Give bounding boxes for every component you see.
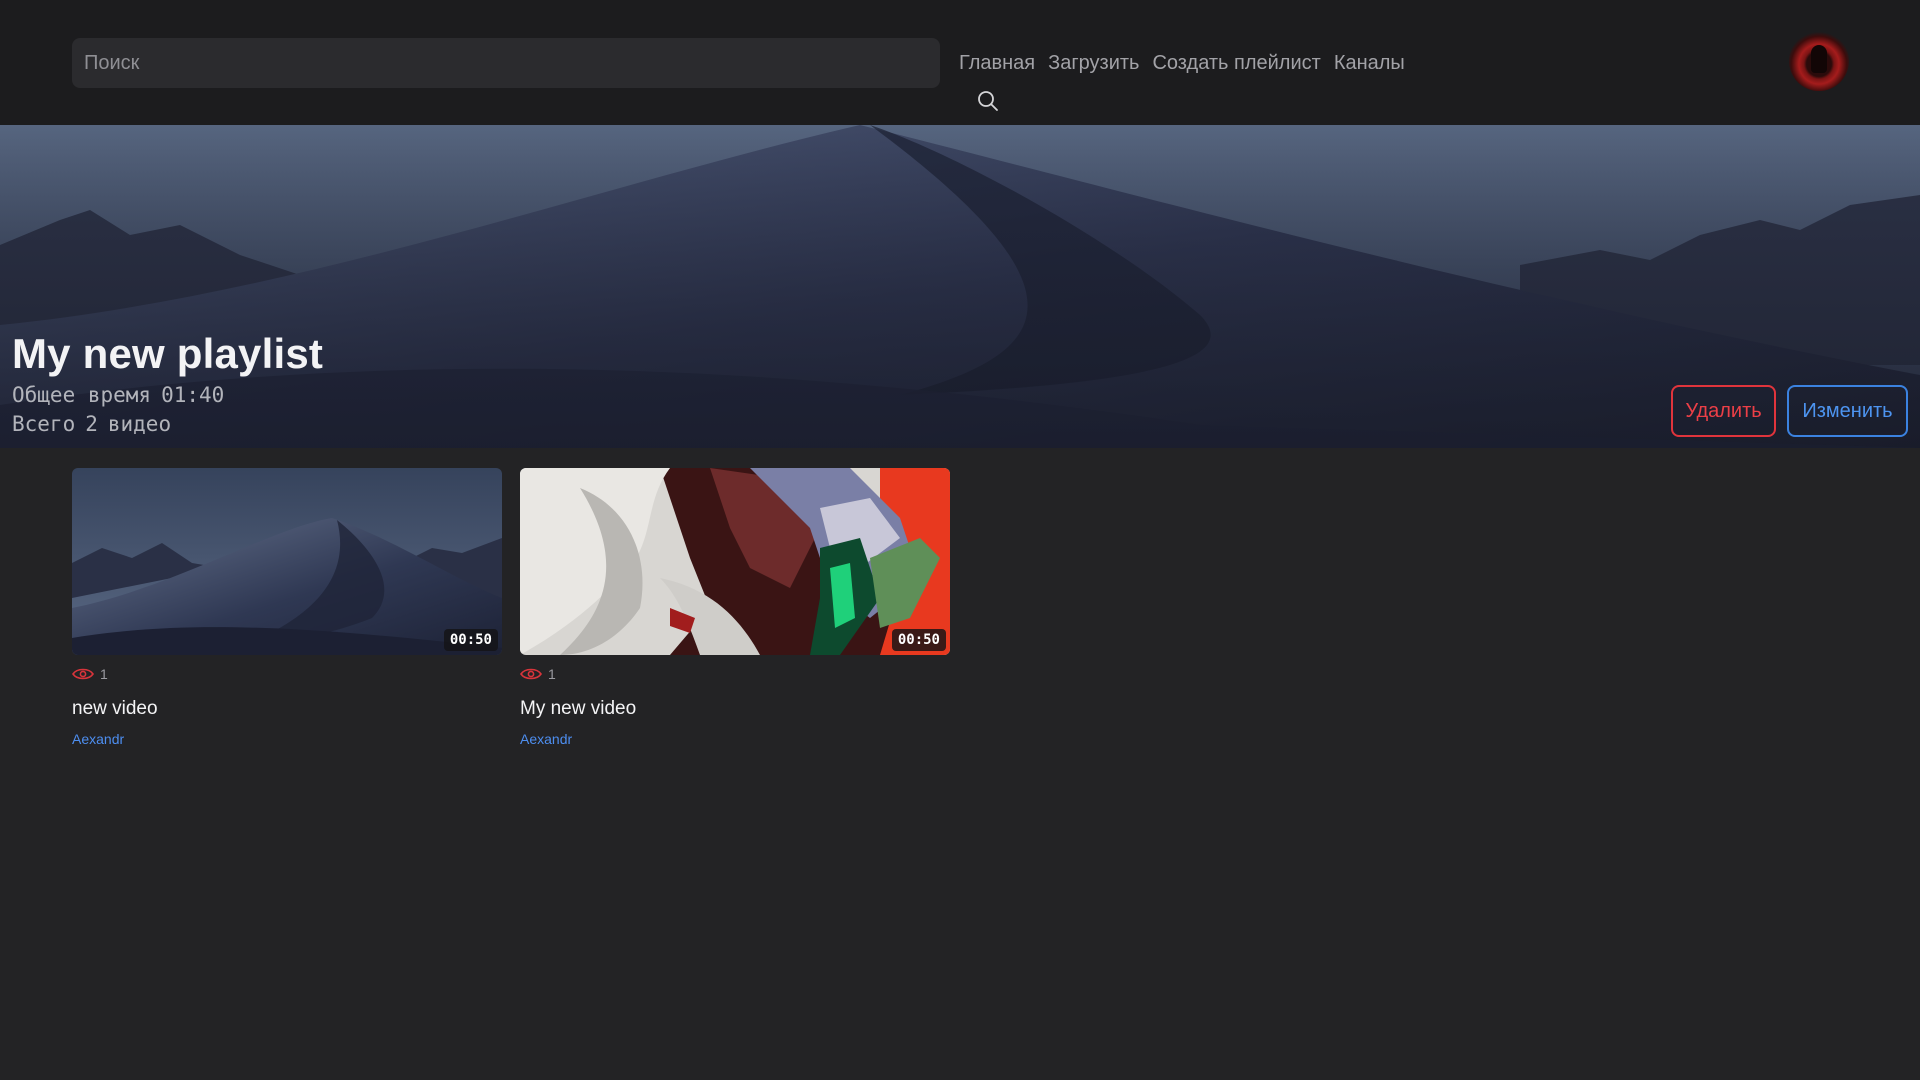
video-title[interactable]: My new video (520, 698, 636, 720)
nav-upload[interactable]: Загрузить (1048, 49, 1139, 77)
count-value: 2 (85, 412, 98, 436)
eye-icon (72, 668, 94, 680)
view-count-value: 1 (548, 666, 556, 682)
delete-playlist-button[interactable]: Удалить (1671, 385, 1776, 437)
view-count: 1 (72, 666, 108, 682)
nav-channels[interactable]: Каналы (1334, 49, 1405, 77)
nav-home[interactable]: Главная (959, 49, 1035, 77)
count-unit: видео (107, 412, 172, 436)
video-thumbnail[interactable]: 00:50 (520, 468, 950, 655)
playlist-total-time: Общее время 01:40 (12, 383, 234, 407)
edit-playlist-button[interactable]: Изменить (1787, 385, 1908, 437)
video-duration: 00:50 (443, 629, 498, 651)
video-author-link[interactable]: Aexandr (520, 731, 572, 747)
video-author-link[interactable]: Aexandr (72, 731, 124, 747)
main-nav: Главная Загрузить Создать плейлист Канал… (959, 49, 1405, 77)
video-thumbnail[interactable]: 00:50 (72, 468, 502, 655)
playlist-video-count: Всего 2 видео (12, 412, 181, 436)
eye-icon (520, 668, 542, 680)
search-input[interactable] (72, 38, 882, 88)
playlist-title: My new playlist (12, 330, 324, 377)
total-time-value: 01:40 (161, 383, 225, 407)
count-label: Всего (12, 412, 76, 436)
thumbnail-image (72, 468, 502, 655)
top-header: Главная Загрузить Создать плейлист Канал… (0, 0, 1920, 125)
video-card[interactable]: 00:50 1 new video Aexandr (72, 468, 502, 747)
search-bar[interactable] (72, 38, 998, 111)
nav-create-playlist[interactable]: Создать плейлист (1152, 49, 1320, 77)
video-duration: 00:50 (891, 629, 946, 651)
thumbnail-image (520, 468, 950, 655)
user-avatar[interactable] (1789, 31, 1849, 91)
playlist-banner: My new playlist Общее время 01:40 Всего 2 в… (0, 125, 1920, 448)
total-time-label: Общее время (12, 383, 152, 407)
search-icon[interactable] (976, 89, 1000, 113)
banner-background-image (0, 125, 1920, 448)
view-count: 1 (520, 666, 556, 682)
video-card[interactable]: 00:50 1 My new video Aexandr (520, 468, 950, 747)
video-title[interactable]: new video (72, 698, 158, 720)
view-count-value: 1 (100, 666, 108, 682)
